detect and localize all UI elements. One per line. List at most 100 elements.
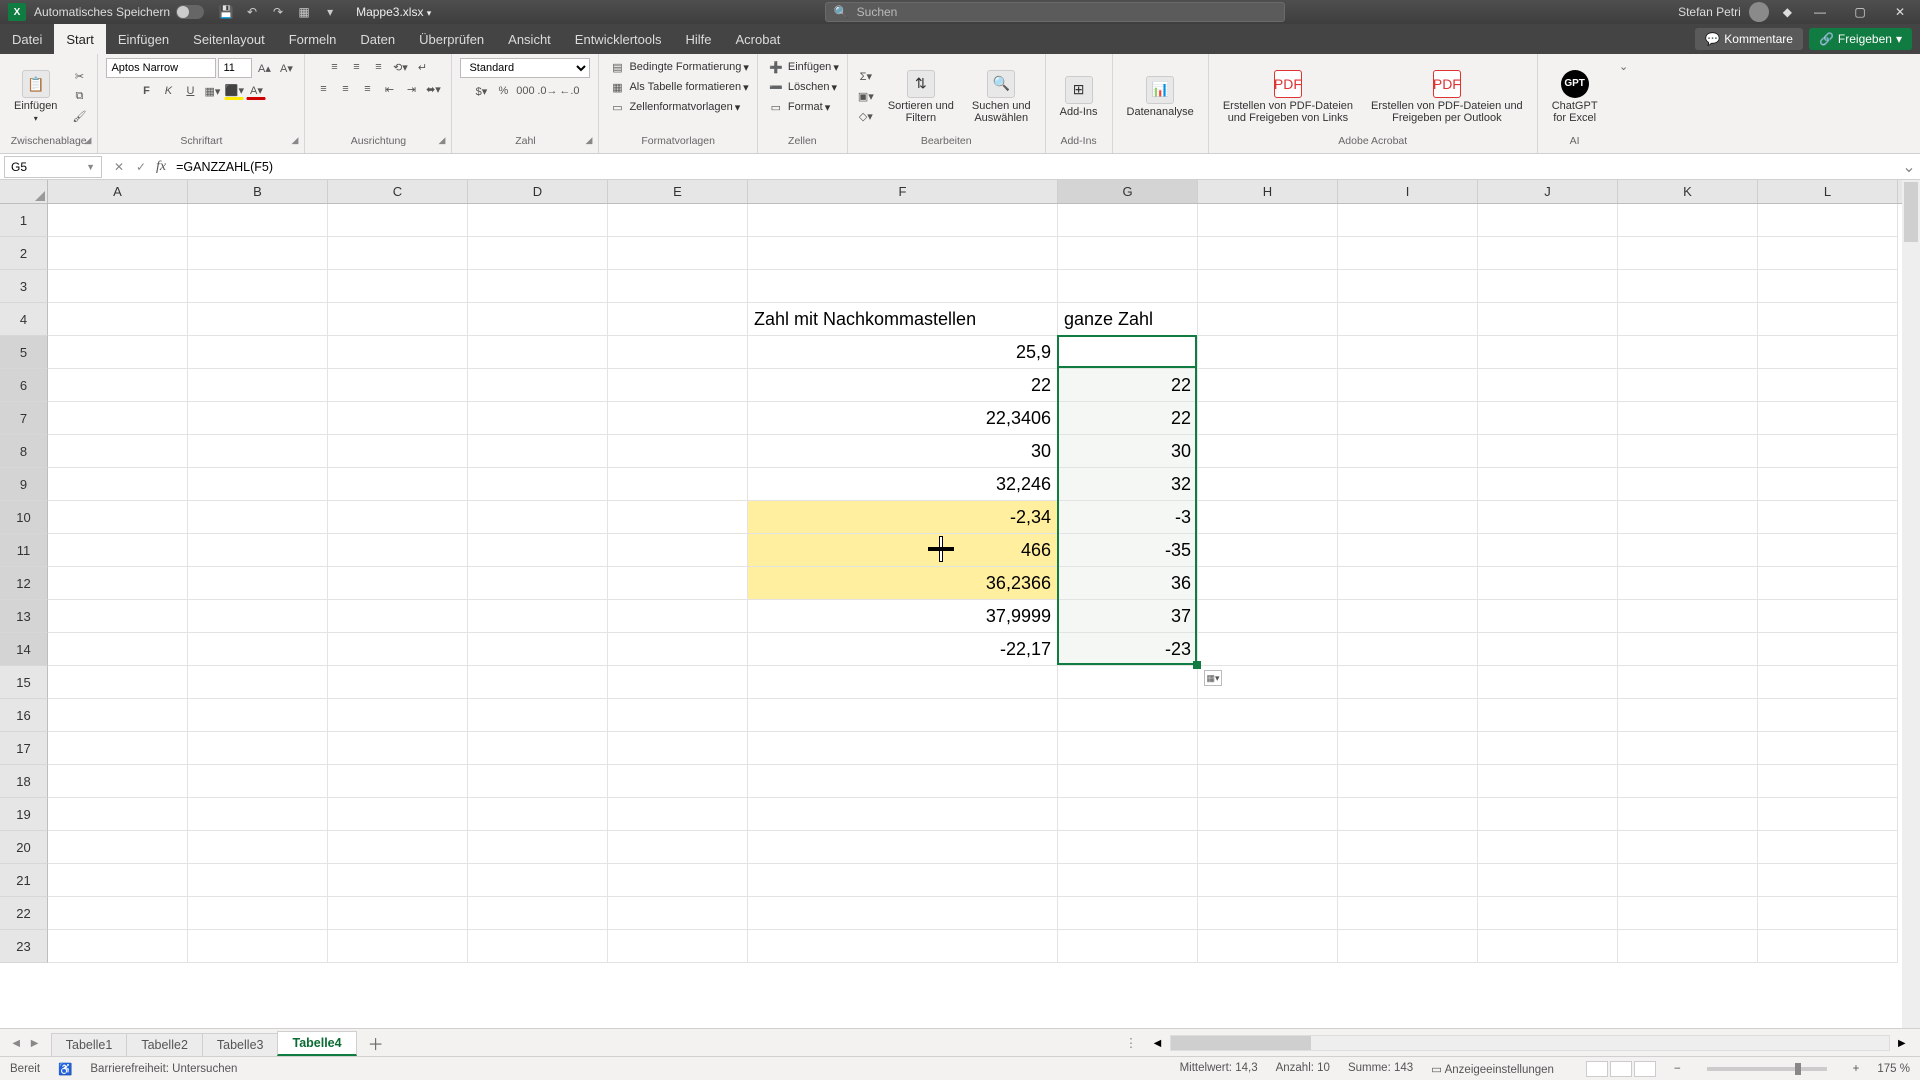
- cell-D21[interactable]: [468, 864, 608, 897]
- cell-D11[interactable]: [468, 534, 608, 567]
- cell-L19[interactable]: [1758, 798, 1898, 831]
- tab-hilfe[interactable]: Hilfe: [674, 24, 724, 54]
- tab-ansicht[interactable]: Ansicht: [496, 24, 563, 54]
- cell-A7[interactable]: [48, 402, 188, 435]
- italic-icon[interactable]: K: [158, 82, 178, 100]
- cell-K20[interactable]: [1618, 831, 1758, 864]
- cell-G16[interactable]: [1058, 699, 1198, 732]
- column-header-E[interactable]: E: [608, 180, 748, 203]
- cell-F6[interactable]: 22: [748, 369, 1058, 402]
- format-cells-button[interactable]: ▭Format ▾: [766, 98, 830, 116]
- cell-E6[interactable]: [608, 369, 748, 402]
- select-all-corner[interactable]: [0, 180, 48, 203]
- cell-G17[interactable]: [1058, 732, 1198, 765]
- cell-H4[interactable]: [1198, 303, 1338, 336]
- cell-I5[interactable]: [1338, 336, 1478, 369]
- cell-D15[interactable]: [468, 666, 608, 699]
- cell-G9[interactable]: 32: [1058, 468, 1198, 501]
- cell-B7[interactable]: [188, 402, 328, 435]
- cell-H6[interactable]: [1198, 369, 1338, 402]
- name-box[interactable]: G5▼: [4, 156, 102, 178]
- cell-L3[interactable]: [1758, 270, 1898, 303]
- cell-L7[interactable]: [1758, 402, 1898, 435]
- cell-F19[interactable]: [748, 798, 1058, 831]
- dialog-launcher-icon[interactable]: ◢: [439, 135, 446, 146]
- cell-J23[interactable]: [1478, 930, 1618, 963]
- cell-J14[interactable]: [1478, 633, 1618, 666]
- collapse-ribbon-icon[interactable]: ⌄: [1612, 54, 1636, 153]
- cell-I15[interactable]: [1338, 666, 1478, 699]
- cell-B6[interactable]: [188, 369, 328, 402]
- sheet-tab-tabelle2[interactable]: Tabelle2: [126, 1033, 203, 1056]
- cell-G8[interactable]: 30: [1058, 435, 1198, 468]
- format-painter-icon[interactable]: 🖌: [69, 108, 89, 126]
- cell-F16[interactable]: [748, 699, 1058, 732]
- cell-A18[interactable]: [48, 765, 188, 798]
- cell-H5[interactable]: [1198, 336, 1338, 369]
- cell-C17[interactable]: [328, 732, 468, 765]
- delete-cells-button[interactable]: ➖Löschen ▾: [766, 78, 837, 96]
- cell-I2[interactable]: [1338, 237, 1478, 270]
- cell-H20[interactable]: [1198, 831, 1338, 864]
- cell-C3[interactable]: [328, 270, 468, 303]
- row-header-23[interactable]: 23: [0, 930, 48, 963]
- row-header-2[interactable]: 2: [0, 237, 48, 270]
- cell-J8[interactable]: [1478, 435, 1618, 468]
- cell-D23[interactable]: [468, 930, 608, 963]
- cell-F9[interactable]: 32,246: [748, 468, 1058, 501]
- cell-K3[interactable]: [1618, 270, 1758, 303]
- cell-I8[interactable]: [1338, 435, 1478, 468]
- row-header-9[interactable]: 9: [0, 468, 48, 501]
- cell-I7[interactable]: [1338, 402, 1478, 435]
- cell-J19[interactable]: [1478, 798, 1618, 831]
- cell-K9[interactable]: [1618, 468, 1758, 501]
- cell-G20[interactable]: [1058, 831, 1198, 864]
- cell-I20[interactable]: [1338, 831, 1478, 864]
- cell-D7[interactable]: [468, 402, 608, 435]
- sheet-nav-prev-icon[interactable]: ◄: [10, 1036, 22, 1050]
- increase-indent-icon[interactable]: ⇥: [401, 80, 421, 98]
- tab-überprüfen[interactable]: Überprüfen: [407, 24, 496, 54]
- cell-A3[interactable]: [48, 270, 188, 303]
- cell-A9[interactable]: [48, 468, 188, 501]
- cell-F17[interactable]: [748, 732, 1058, 765]
- cell-G2[interactable]: [1058, 237, 1198, 270]
- cell-F7[interactable]: 22,3406: [748, 402, 1058, 435]
- row-header-12[interactable]: 12: [0, 567, 48, 600]
- increase-font-icon[interactable]: A▴: [254, 59, 274, 77]
- cell-A21[interactable]: [48, 864, 188, 897]
- dialog-launcher-icon[interactable]: ◢: [292, 135, 299, 146]
- zoom-slider[interactable]: [1707, 1067, 1827, 1071]
- normal-view-icon[interactable]: [1586, 1061, 1608, 1077]
- cell-L10[interactable]: [1758, 501, 1898, 534]
- acrobat-share-link-button[interactable]: PDFErstellen von PDF-Dateien und Freigeb…: [1217, 68, 1359, 126]
- cell-B8[interactable]: [188, 435, 328, 468]
- cell-E17[interactable]: [608, 732, 748, 765]
- cell-D5[interactable]: [468, 336, 608, 369]
- cell-G22[interactable]: [1058, 897, 1198, 930]
- cell-I3[interactable]: [1338, 270, 1478, 303]
- cell-H23[interactable]: [1198, 930, 1338, 963]
- fill-handle[interactable]: [1193, 661, 1201, 669]
- font-color-icon[interactable]: A▾: [246, 82, 266, 100]
- camera-icon[interactable]: ▦: [296, 5, 312, 19]
- cell-H1[interactable]: [1198, 204, 1338, 237]
- cell-J7[interactable]: [1478, 402, 1618, 435]
- cell-G1[interactable]: [1058, 204, 1198, 237]
- cell-A16[interactable]: [48, 699, 188, 732]
- increase-decimal-icon[interactable]: .0→: [537, 82, 557, 100]
- cell-F10[interactable]: -2,34: [748, 501, 1058, 534]
- cell-J20[interactable]: [1478, 831, 1618, 864]
- cell-E9[interactable]: [608, 468, 748, 501]
- cell-L9[interactable]: [1758, 468, 1898, 501]
- search-box[interactable]: 🔍 Suchen: [825, 2, 1285, 22]
- cell-D2[interactable]: [468, 237, 608, 270]
- add-sheet-button[interactable]: ＋: [364, 1031, 388, 1055]
- sheet-tab-tabelle4[interactable]: Tabelle4: [277, 1031, 356, 1056]
- cell-E8[interactable]: [608, 435, 748, 468]
- cell-A19[interactable]: [48, 798, 188, 831]
- undo-icon[interactable]: ↶: [244, 5, 260, 19]
- cell-C22[interactable]: [328, 897, 468, 930]
- cell-J3[interactable]: [1478, 270, 1618, 303]
- cell-C8[interactable]: [328, 435, 468, 468]
